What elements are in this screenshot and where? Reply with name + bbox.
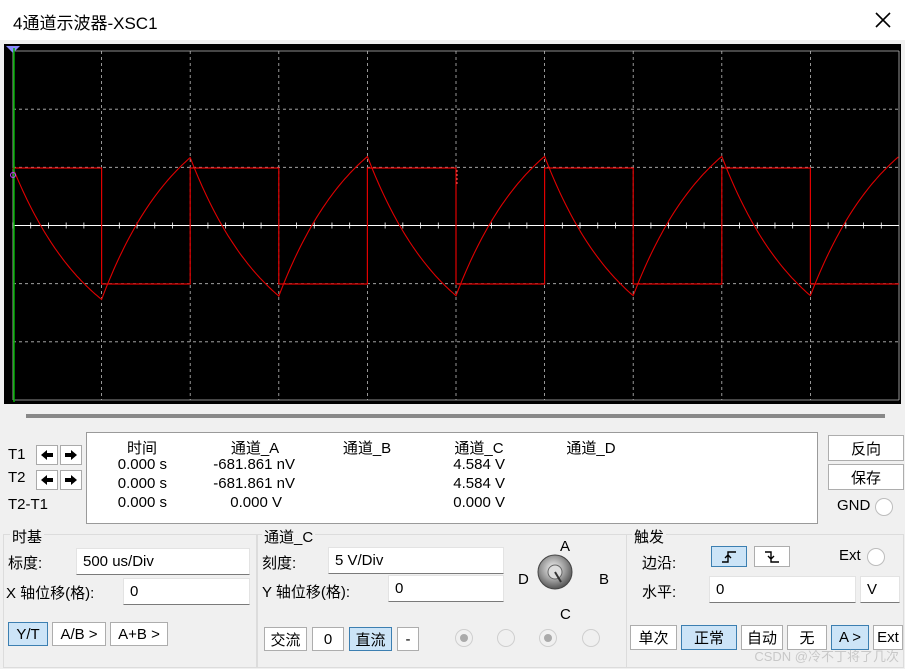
x-position-label: X 轴位移(格): bbox=[6, 585, 95, 602]
reverse-button[interactable]: 反向 bbox=[828, 435, 904, 461]
t2-channel-a: -681.861 nV bbox=[213, 475, 295, 492]
channel-d-radio[interactable] bbox=[582, 629, 600, 647]
scrollbar-track[interactable] bbox=[26, 414, 885, 418]
horizontal-scrollbar[interactable] bbox=[4, 404, 901, 426]
normal-trigger-button[interactable]: 正常 bbox=[681, 625, 737, 650]
knob-label-b: B bbox=[599, 571, 610, 588]
trigger-edge-label: 边沿: bbox=[642, 555, 677, 572]
t1-channel-a: -681.861 nV bbox=[213, 456, 295, 473]
trigger-marker-icon[interactable] bbox=[6, 46, 20, 53]
t1-left-button[interactable] bbox=[36, 445, 58, 465]
diff-time: 0.000 s bbox=[117, 494, 167, 511]
diff-channel-c: 0.000 V bbox=[453, 494, 505, 511]
channel-selector-knob[interactable] bbox=[535, 552, 575, 592]
timebase-scale-field[interactable]: 500 us/Div bbox=[76, 548, 250, 575]
rising-edge-icon bbox=[722, 550, 736, 563]
arrow-left-icon bbox=[41, 450, 53, 460]
t1-channel-c: 4.584 V bbox=[453, 456, 505, 473]
t1-time: 0.000 s bbox=[117, 456, 167, 473]
traces bbox=[12, 155, 899, 301]
oscilloscope-screen[interactable] bbox=[4, 44, 901, 404]
title-bar: 4通道示波器-XSC1 bbox=[0, 0, 905, 40]
arrow-right-icon bbox=[65, 450, 77, 460]
knob-label-d: D bbox=[518, 571, 529, 588]
dc-coupling-button[interactable]: 直流 bbox=[349, 627, 392, 651]
window-title: 4通道示波器-XSC1 bbox=[13, 14, 158, 33]
header-channel-b: 通道_B bbox=[342, 440, 392, 457]
timebase-scale-label: 标度: bbox=[8, 555, 43, 572]
trigger-level-field[interactable]: 0 bbox=[709, 576, 856, 603]
close-icon bbox=[875, 12, 891, 28]
minus-coupling-button[interactable]: - bbox=[397, 627, 419, 651]
t2-label: T2 bbox=[8, 469, 26, 486]
header-time: 时间 bbox=[126, 440, 157, 457]
trigger-ext-label: Ext bbox=[839, 547, 861, 564]
save-button[interactable]: 保存 bbox=[828, 464, 904, 490]
t1-label: T1 bbox=[8, 446, 26, 463]
t2-left-button[interactable] bbox=[36, 470, 58, 490]
trigger-ext-radio[interactable] bbox=[867, 548, 885, 566]
t1-right-button[interactable] bbox=[60, 445, 82, 465]
yt-mode-button[interactable]: Y/T bbox=[8, 622, 48, 646]
timebase-title: 时基 bbox=[10, 526, 45, 547]
zero-coupling-button[interactable]: 0 bbox=[312, 627, 344, 651]
waveform-display bbox=[6, 46, 900, 402]
rising-edge-button[interactable] bbox=[711, 546, 747, 567]
aplusb-mode-button[interactable]: A+B > bbox=[110, 622, 168, 646]
channel-b-radio[interactable] bbox=[497, 629, 515, 647]
single-trigger-button[interactable]: 单次 bbox=[630, 625, 677, 650]
knob-label-c: C bbox=[560, 606, 571, 623]
trigger-level-unit[interactable]: V bbox=[860, 576, 900, 603]
t2-channel-c: 4.584 V bbox=[453, 475, 505, 492]
gnd-radio[interactable] bbox=[875, 498, 893, 516]
channel-scale-label: 刻度: bbox=[262, 555, 297, 572]
diff-channel-a: 0.000 V bbox=[230, 494, 282, 511]
trigger-level-label: 水平: bbox=[642, 584, 677, 601]
t2-t1-label: T2-T1 bbox=[8, 496, 49, 513]
arrow-left-icon bbox=[41, 475, 53, 485]
falling-edge-button[interactable] bbox=[754, 546, 790, 567]
t2-right-button[interactable] bbox=[60, 470, 82, 490]
channel-title: 通道_C bbox=[262, 526, 316, 547]
channel-scale-field[interactable]: 5 V/Div bbox=[328, 547, 504, 574]
arrow-right-icon bbox=[65, 475, 77, 485]
measurement-table: 时间 通道_A 通道_B 通道_C 通道_D 0.000 s -681.861 … bbox=[86, 432, 818, 524]
channel-c-radio[interactable] bbox=[539, 629, 557, 647]
watermark: CSDN @冷不丁将了几次 bbox=[754, 649, 899, 664]
y-position-field[interactable]: 0 bbox=[388, 575, 504, 602]
header-channel-a: 通道_A bbox=[230, 440, 280, 457]
ac-coupling-button[interactable]: 交流 bbox=[264, 627, 307, 651]
falling-edge-icon bbox=[765, 550, 779, 563]
header-channel-d: 通道_D bbox=[566, 440, 616, 457]
header-channel-c: 通道_C bbox=[454, 440, 504, 457]
channel-a-radio[interactable] bbox=[455, 629, 473, 647]
x-position-field[interactable]: 0 bbox=[123, 578, 250, 605]
ab-mode-button[interactable]: A/B > bbox=[52, 622, 106, 646]
y-position-label: Y 轴位移(格): bbox=[262, 584, 351, 601]
close-button[interactable] bbox=[861, 0, 905, 40]
t2-time: 0.000 s bbox=[117, 475, 167, 492]
trigger-title: 触发 bbox=[632, 526, 667, 547]
gnd-label: GND bbox=[837, 497, 871, 514]
